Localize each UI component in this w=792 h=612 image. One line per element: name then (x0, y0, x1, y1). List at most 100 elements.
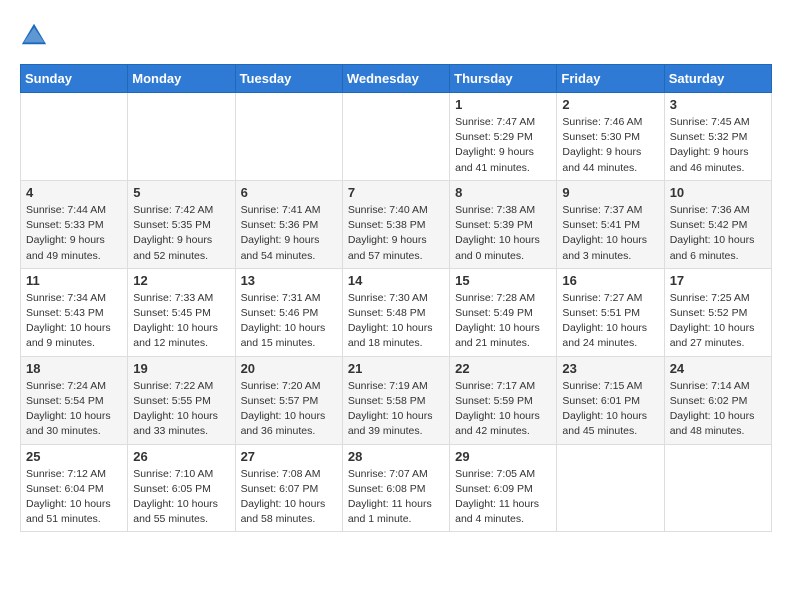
calendar-cell: 19 Sunrise: 7:22 AMSunset: 5:55 PMDayligh… (128, 356, 235, 444)
calendar-cell: 12Sunrise: 7:33 AMSunset: 5:45 PMDayligh… (128, 268, 235, 356)
day-content: Sunrise: 7:07 AMSunset: 6:08 PMDaylight:… (348, 467, 444, 528)
calendar-cell: 6 Sunrise: 7:41 AMSunset: 5:36 PMDaylight… (235, 180, 342, 268)
day-number: 7 (348, 185, 444, 200)
day-content: Sunrise: 7:40 AMSunset: 5:38 PMDaylight:… (348, 203, 444, 264)
calendar-cell: 4 Sunrise: 7:44 AMSunset: 5:33 PMDaylight… (21, 180, 128, 268)
day-number: 14 (348, 273, 444, 288)
calendar-cell: 7 Sunrise: 7:40 AMSunset: 5:38 PMDaylight… (342, 180, 449, 268)
calendar-cell: 18 Sunrise: 7:24 AMSunset: 5:54 PMDayligh… (21, 356, 128, 444)
calendar-table: SundayMondayTuesdayWednesdayThursdayFrid… (20, 64, 772, 532)
calendar-cell: 11Sunrise: 7:34 AMSunset: 5:43 PMDayligh… (21, 268, 128, 356)
day-number: 29 (455, 449, 551, 464)
calendar-cell (128, 93, 235, 181)
day-content: Sunrise: 7:37 AMSunset: 5:41 PMDaylight:… (562, 203, 658, 264)
day-content: Sunrise: 7:20 AMSunset: 5:57 PMDaylight:… (241, 379, 337, 440)
logo (20, 20, 52, 48)
day-number: 21 (348, 361, 444, 376)
day-number: 26 (133, 449, 229, 464)
day-number: 20 (241, 361, 337, 376)
calendar-cell: 2 Sunrise: 7:46 AMSunset: 5:30 PMDaylight… (557, 93, 664, 181)
calendar-cell (664, 444, 771, 532)
day-number: 1 (455, 97, 551, 112)
day-number: 18 (26, 361, 122, 376)
calendar-cell: 25 Sunrise: 7:12 AMSunset: 6:04 PMDayligh… (21, 444, 128, 532)
logo-icon (20, 20, 48, 48)
calendar-cell (21, 93, 128, 181)
day-content: Sunrise: 7:46 AMSunset: 5:30 PMDaylight:… (562, 115, 658, 176)
day-number: 27 (241, 449, 337, 464)
calendar-cell: 24 Sunrise: 7:14 AMSunset: 6:02 PMDayligh… (664, 356, 771, 444)
calendar-cell: 9 Sunrise: 7:37 AMSunset: 5:41 PMDaylight… (557, 180, 664, 268)
day-number: 2 (562, 97, 658, 112)
day-number: 22 (455, 361, 551, 376)
calendar-cell: 8 Sunrise: 7:38 AMSunset: 5:39 PMDaylight… (450, 180, 557, 268)
calendar-cell: 10 Sunrise: 7:36 AMSunset: 5:42 PMDayligh… (664, 180, 771, 268)
calendar-cell: 3 Sunrise: 7:45 AMSunset: 5:32 PMDaylight… (664, 93, 771, 181)
day-content: Sunrise: 7:45 AMSunset: 5:32 PMDaylight:… (670, 115, 766, 176)
calendar-cell (342, 93, 449, 181)
calendar-week-row: 25 Sunrise: 7:12 AMSunset: 6:04 PMDayligh… (21, 444, 772, 532)
day-content: Sunrise: 7:42 AMSunset: 5:35 PMDaylight:… (133, 203, 229, 264)
day-content: Sunrise: 7:19 AMSunset: 5:58 PMDaylight:… (348, 379, 444, 440)
day-number: 4 (26, 185, 122, 200)
day-content: Sunrise: 7:15 AMSunset: 6:01 PMDaylight:… (562, 379, 658, 440)
day-number: 12 (133, 273, 229, 288)
calendar-cell: 1Sunrise: 7:47 AMSunset: 5:29 PMDaylight… (450, 93, 557, 181)
calendar-cell: 22 Sunrise: 7:17 AMSunset: 5:59 PMDayligh… (450, 356, 557, 444)
weekday-header: Saturday (664, 65, 771, 93)
day-content: Sunrise: 7:05 AMSunset: 6:09 PMDaylight:… (455, 467, 551, 528)
weekday-header: Wednesday (342, 65, 449, 93)
day-content: Sunrise: 7:25 AMSunset: 5:52 PMDaylight:… (670, 291, 766, 352)
calendar-cell (235, 93, 342, 181)
calendar-week-row: 18 Sunrise: 7:24 AMSunset: 5:54 PMDayligh… (21, 356, 772, 444)
day-content: Sunrise: 7:27 AMSunset: 5:51 PMDaylight:… (562, 291, 658, 352)
day-content: Sunrise: 7:24 AMSunset: 5:54 PMDaylight:… (26, 379, 122, 440)
calendar-cell: 14 Sunrise: 7:30 AMSunset: 5:48 PMDayligh… (342, 268, 449, 356)
weekday-header: Thursday (450, 65, 557, 93)
calendar-cell: 16Sunrise: 7:27 AMSunset: 5:51 PMDayligh… (557, 268, 664, 356)
calendar-cell: 23 Sunrise: 7:15 AMSunset: 6:01 PMDayligh… (557, 356, 664, 444)
day-content: Sunrise: 7:41 AMSunset: 5:36 PMDaylight:… (241, 203, 337, 264)
day-content: Sunrise: 7:36 AMSunset: 5:42 PMDaylight:… (670, 203, 766, 264)
day-content: Sunrise: 7:28 AMSunset: 5:49 PMDaylight:… (455, 291, 551, 352)
weekday-header: Tuesday (235, 65, 342, 93)
day-number: 10 (670, 185, 766, 200)
day-content: Sunrise: 7:12 AMSunset: 6:04 PMDaylight:… (26, 467, 122, 528)
calendar-week-row: 4 Sunrise: 7:44 AMSunset: 5:33 PMDaylight… (21, 180, 772, 268)
day-number: 8 (455, 185, 551, 200)
day-number: 28 (348, 449, 444, 464)
day-content: Sunrise: 7:44 AMSunset: 5:33 PMDaylight:… (26, 203, 122, 264)
day-number: 5 (133, 185, 229, 200)
day-content: Sunrise: 7:17 AMSunset: 5:59 PMDaylight:… (455, 379, 551, 440)
calendar-cell: 5 Sunrise: 7:42 AMSunset: 5:35 PMDaylight… (128, 180, 235, 268)
calendar-cell: 26 Sunrise: 7:10 AMSunset: 6:05 PMDayligh… (128, 444, 235, 532)
day-number: 6 (241, 185, 337, 200)
calendar-cell: 20 Sunrise: 7:20 AMSunset: 5:57 PMDayligh… (235, 356, 342, 444)
day-number: 23 (562, 361, 658, 376)
calendar-cell: 15 Sunrise: 7:28 AMSunset: 5:49 PMDayligh… (450, 268, 557, 356)
day-content: Sunrise: 7:14 AMSunset: 6:02 PMDaylight:… (670, 379, 766, 440)
day-number: 3 (670, 97, 766, 112)
day-number: 17 (670, 273, 766, 288)
day-number: 13 (241, 273, 337, 288)
day-content: Sunrise: 7:30 AMSunset: 5:48 PMDaylight:… (348, 291, 444, 352)
weekday-header-row: SundayMondayTuesdayWednesdayThursdayFrid… (21, 65, 772, 93)
day-number: 9 (562, 185, 658, 200)
day-content: Sunrise: 7:31 AMSunset: 5:46 PMDaylight:… (241, 291, 337, 352)
day-content: Sunrise: 7:08 AMSunset: 6:07 PMDaylight:… (241, 467, 337, 528)
day-number: 24 (670, 361, 766, 376)
day-content: Sunrise: 7:38 AMSunset: 5:39 PMDaylight:… (455, 203, 551, 264)
day-number: 19 (133, 361, 229, 376)
weekday-header: Monday (128, 65, 235, 93)
day-content: Sunrise: 7:22 AMSunset: 5:55 PMDaylight:… (133, 379, 229, 440)
calendar-cell: 17 Sunrise: 7:25 AMSunset: 5:52 PMDayligh… (664, 268, 771, 356)
day-number: 25 (26, 449, 122, 464)
calendar-cell (557, 444, 664, 532)
day-number: 15 (455, 273, 551, 288)
day-content: Sunrise: 7:10 AMSunset: 6:05 PMDaylight:… (133, 467, 229, 528)
weekday-header: Sunday (21, 65, 128, 93)
calendar-cell: 21 Sunrise: 7:19 AMSunset: 5:58 PMDayligh… (342, 356, 449, 444)
calendar-cell: 28 Sunrise: 7:07 AMSunset: 6:08 PMDayligh… (342, 444, 449, 532)
weekday-header: Friday (557, 65, 664, 93)
page-header (20, 20, 772, 48)
